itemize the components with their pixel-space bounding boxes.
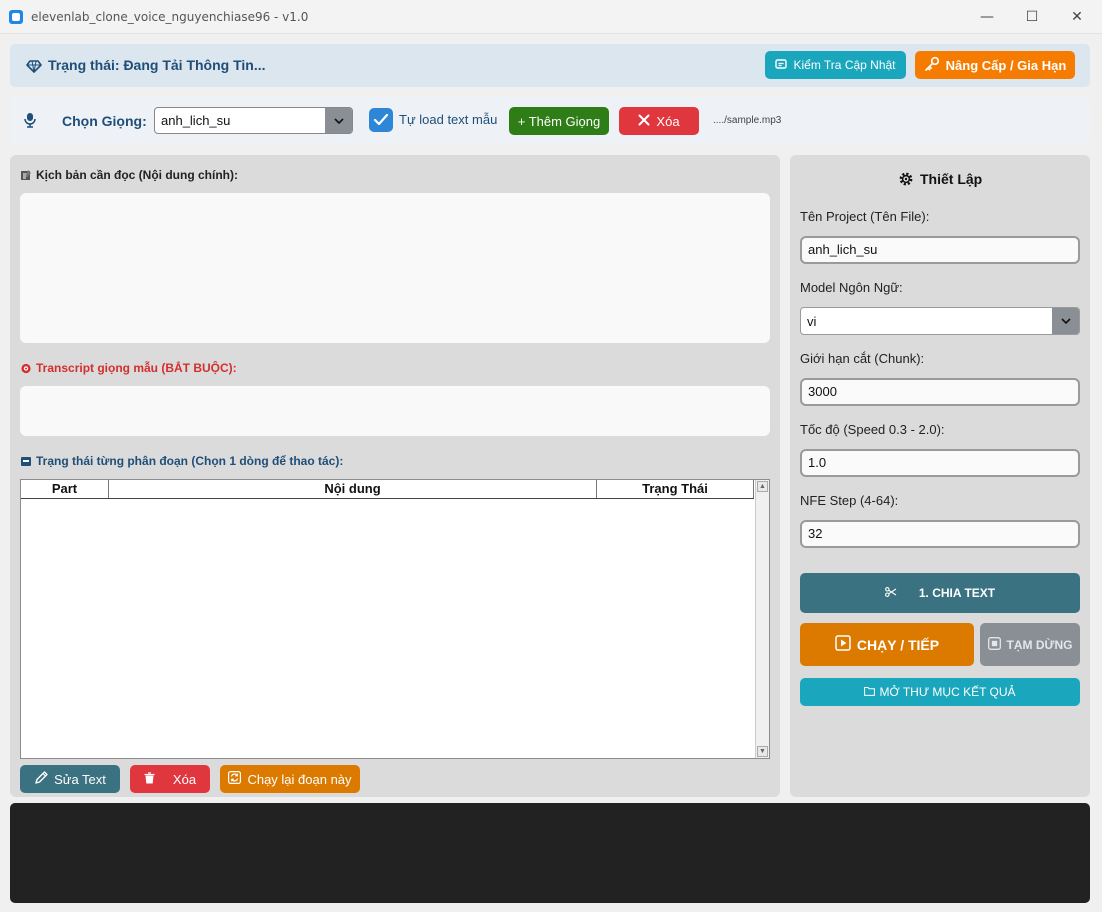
open-folder-button[interactable]: MỞ THƯ MỤC KẾT QUẢ (800, 678, 1080, 706)
model-select[interactable]: vi (800, 307, 1080, 335)
check-update-button[interactable]: Kiểm Tra Cập Nhật (765, 51, 906, 79)
scroll-down-icon[interactable]: ▼ (757, 746, 768, 757)
edit-text-label: Sửa Text (54, 771, 106, 787)
open-folder-label: MỞ THƯ MỤC KẾT QUẢ (879, 685, 1016, 699)
close-button[interactable]: ✕ (1054, 0, 1100, 34)
status-text: Trạng thái: Đang Tải Thông Tin... (48, 57, 266, 73)
sample-path: ..../sample.mp3 (713, 115, 782, 126)
left-panel: Kịch bản cần đọc (Nội dung chính): Trans… (10, 155, 780, 797)
trash-icon (144, 771, 155, 787)
settings-title-row: Thiết Lập (898, 171, 982, 187)
settings-panel: Thiết Lập Tên Project (Tên File): anh_li… (790, 155, 1090, 797)
target-icon (21, 363, 31, 374)
transcript-label-row: Transcript giọng mẫu (BẮT BUỘC): (20, 361, 237, 375)
speed-label: Tốc độ (Speed 0.3 - 2.0): (800, 422, 945, 437)
status-bar: Trạng thái: Đang Tải Thông Tin... Kiểm T… (10, 44, 1090, 87)
minimize-button[interactable]: — (964, 0, 1010, 34)
chunk-input[interactable]: 3000 (800, 378, 1080, 406)
app-icon (9, 10, 23, 24)
delete-segment-label: Xóa (172, 771, 197, 787)
script-textarea[interactable] (20, 193, 770, 343)
auto-load-label[interactable]: Tự load text mẫu (399, 112, 497, 127)
upgrade-label: Nâng Cấp / Gia Hạn (945, 57, 1067, 73)
inbox-icon (21, 457, 31, 466)
script-label-row: Kịch bản cần đọc (Nội dung chính): (20, 168, 238, 182)
pencil-icon (34, 770, 48, 788)
voice-bar: Chọn Giọng: anh_lich_su Tự load text mẫu… (10, 96, 1090, 145)
play-icon (835, 635, 851, 654)
check-update-label: Kiểm Tra Cập Nhật (793, 58, 896, 72)
microphone-icon (23, 112, 37, 133)
pause-label: TẠM DỪNG (1006, 637, 1073, 652)
delete-voice-label: Xóa (656, 113, 680, 129)
table-header: Part Nội dung Trạng Thái (21, 480, 754, 499)
key-icon (924, 56, 940, 75)
project-name-label: Tên Project (Tên File): (800, 209, 930, 224)
refresh-icon (228, 771, 242, 787)
stop-icon (987, 636, 1001, 653)
pause-button[interactable]: TẠM DỪNG (980, 623, 1080, 666)
model-select-value: vi (807, 314, 817, 329)
rerun-segment-button[interactable]: Chạy lại đoạn này (220, 765, 360, 793)
voice-select[interactable]: anh_lich_su (154, 107, 353, 134)
checkmark-icon (373, 113, 389, 126)
column-header-part[interactable]: Part (21, 480, 109, 498)
auto-load-checkbox[interactable] (369, 108, 393, 132)
folder-icon (864, 685, 876, 699)
x-icon (638, 114, 650, 129)
transcript-textarea[interactable] (20, 386, 770, 436)
chevron-down-icon[interactable] (325, 108, 352, 133)
column-header-status[interactable]: Trạng Thái (597, 480, 754, 498)
voice-label: Chọn Giọng: (62, 113, 147, 129)
log-console[interactable] (10, 803, 1090, 903)
delete-segment-button[interactable]: Xóa (130, 765, 210, 793)
diamond-icon (26, 58, 42, 74)
upgrade-button[interactable]: Nâng Cấp / Gia Hạn (915, 51, 1075, 79)
table-scrollbar[interactable]: ▲ ▼ (755, 480, 769, 758)
scissors-icon (884, 586, 897, 600)
delete-voice-button[interactable]: Xóa (619, 107, 699, 135)
chunk-label: Giới hạn cắt (Chunk): (800, 351, 925, 366)
segments-table[interactable]: Part Nội dung Trạng Thái ▲ ▼ (20, 479, 770, 759)
transcript-label: Transcript giọng mẫu (BẮT BUỘC): (36, 361, 237, 375)
memo-icon (21, 170, 31, 180)
gear-icon (899, 172, 913, 186)
voice-select-value: anh_lich_su (161, 113, 231, 128)
title-bar: elevenlab_clone_voice_nguyenchiase96 - v… (0, 0, 1102, 34)
settings-title: Thiết Lập (920, 171, 983, 187)
run-label: CHẠY / TIẾP (856, 636, 940, 653)
scroll-up-icon[interactable]: ▲ (757, 481, 768, 492)
segments-label: Trạng thái từng phân đoạn (Chọn 1 dòng đ… (36, 454, 344, 468)
split-text-label: 1. CHIA TEXT (918, 586, 996, 600)
window-title: elevenlab_clone_voice_nguyenchiase96 - v… (31, 10, 309, 24)
update-icon (775, 58, 788, 73)
nfe-label: NFE Step (4-64): (800, 493, 899, 508)
add-voice-button[interactable]: + Thêm Giọng (509, 107, 609, 135)
maximize-button[interactable]: ☐ (1009, 0, 1055, 34)
script-label: Kịch bản cần đọc (Nội dung chính): (36, 168, 238, 182)
column-header-content[interactable]: Nội dung (109, 480, 597, 498)
run-button[interactable]: CHẠY / TIẾP (800, 623, 974, 666)
nfe-input[interactable]: 32 (800, 520, 1080, 548)
rerun-segment-label: Chạy lại đoạn này (247, 771, 352, 787)
project-name-input[interactable]: anh_lich_su (800, 236, 1080, 264)
split-text-button[interactable]: 1. CHIA TEXT (800, 573, 1080, 613)
edit-text-button[interactable]: Sửa Text (20, 765, 120, 793)
chevron-down-icon[interactable] (1052, 308, 1079, 334)
segments-label-row: Trạng thái từng phân đoạn (Chọn 1 dòng đ… (20, 454, 343, 468)
speed-input[interactable]: 1.0 (800, 449, 1080, 477)
model-label: Model Ngôn Ngữ: (800, 280, 903, 295)
